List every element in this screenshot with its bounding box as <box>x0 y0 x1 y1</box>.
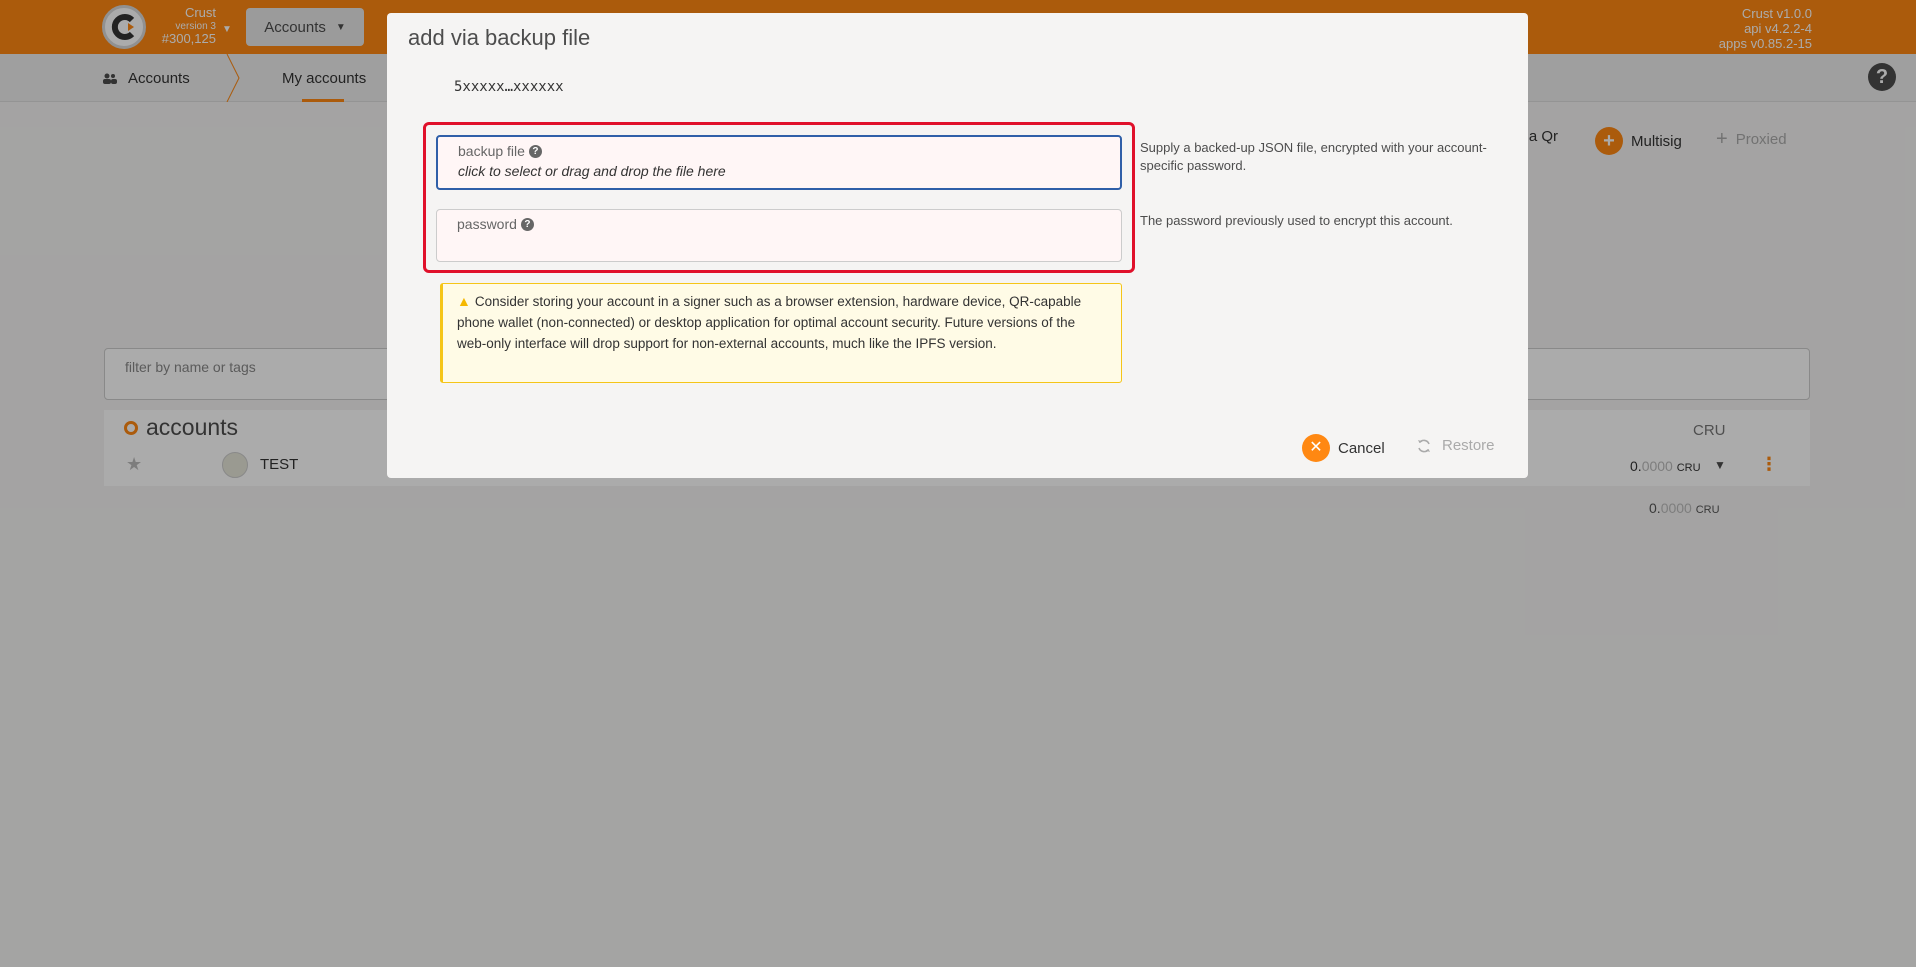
question-icon[interactable]: ? <box>528 144 542 158</box>
restore-label: Restore <box>1442 437 1495 454</box>
warning-text: Consider storing your account in a signe… <box>457 294 1082 351</box>
modal-title: add via backup file <box>408 25 591 50</box>
restore-backup-modal: add via backup file 5xxxxx…xxxxxx backup… <box>387 13 1528 478</box>
backup-file-help: Supply a backed-up JSON file, encrypted … <box>1140 140 1487 174</box>
password-field[interactable]: password ? <box>436 209 1122 262</box>
password-label: password ? <box>457 216 1101 232</box>
restore-button[interactable]: Restore <box>1416 437 1495 454</box>
warning-icon: ▲ <box>457 293 471 309</box>
backup-file-prompt: click to select or drag and drop the fil… <box>458 163 726 179</box>
cancel-label: Cancel <box>1338 439 1385 457</box>
backup-file-label: backup file ? <box>458 143 1100 159</box>
account-address: 5xxxxx…xxxxxx <box>454 79 564 95</box>
question-icon[interactable]: ? <box>520 217 534 231</box>
backup-file-input[interactable]: backup file ? click to select or drag an… <box>436 135 1122 190</box>
security-warning: ▲ Consider storing your account in a sign… <box>440 283 1122 383</box>
close-icon: ✕ <box>1302 434 1330 462</box>
password-help: The password previously used to encrypt … <box>1140 213 1453 228</box>
sync-icon <box>1418 439 1430 452</box>
cancel-button[interactable]: ✕ Cancel <box>1302 434 1385 462</box>
